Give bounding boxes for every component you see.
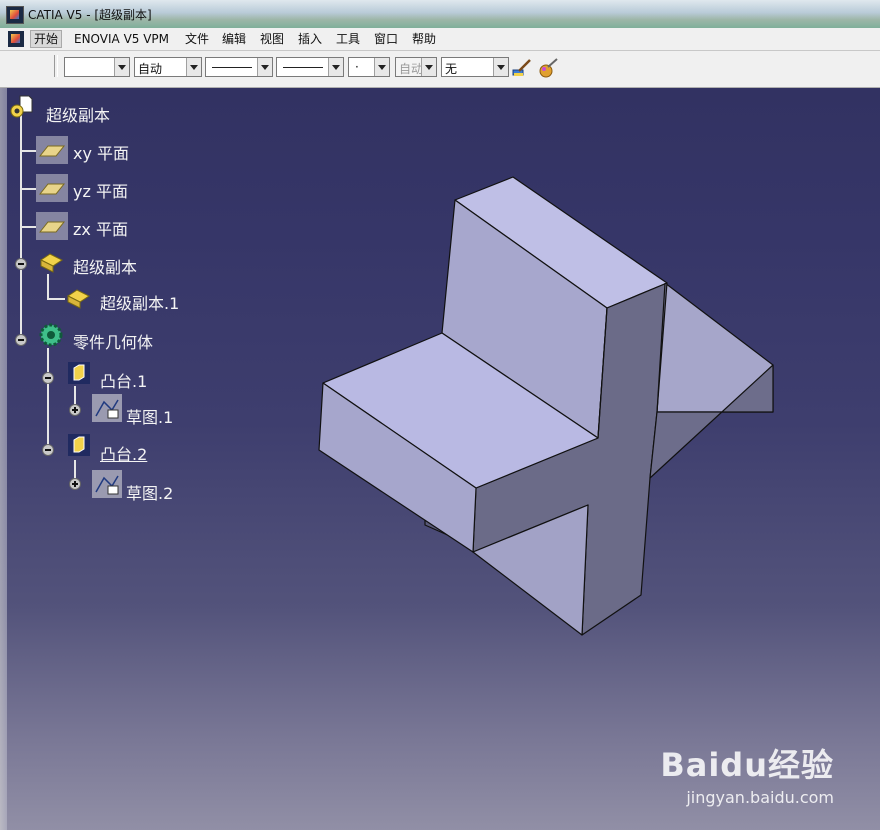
tree-root-label[interactable]: 超级副本 xyxy=(46,102,110,126)
menu-file[interactable]: 文件 xyxy=(182,31,212,47)
tree-part-body[interactable]: 零件几何体 xyxy=(73,329,153,353)
tree-zx-plane[interactable]: zx 平面 xyxy=(73,216,128,240)
menu-view[interactable]: 视图 xyxy=(257,31,287,47)
dropdown-arrow-icon[interactable] xyxy=(257,58,272,76)
watermark-url: jingyan.baidu.com xyxy=(686,788,834,807)
specification-tree[interactable]: 超级副本 xy 平面 yz 平面 zx 平面 超级副本 超级副本.1 零件几何体… xyxy=(0,88,260,508)
expand-toggle-icon[interactable] xyxy=(69,478,81,490)
menu-window[interactable]: 窗口 xyxy=(371,31,401,47)
xy-plane-icon[interactable] xyxy=(36,136,68,164)
rendering-style-combo[interactable]: 无 xyxy=(441,57,509,77)
dropdown-arrow-icon[interactable] xyxy=(374,58,389,76)
graphic-properties-toolbar: 自动 · 自动 无 xyxy=(0,51,880,88)
pad-icon[interactable] xyxy=(66,432,92,458)
window-title: CATIA V5 - [超级副本] xyxy=(28,8,152,22)
menu-tools[interactable]: 工具 xyxy=(333,31,363,47)
menu-bar: 开始 ENOVIA V5 VPM 文件 编辑 视图 插入 工具 窗口 帮助 xyxy=(0,28,880,51)
tree-pad-1[interactable]: 凸台.1 xyxy=(100,368,147,392)
tree-yz-plane[interactable]: yz 平面 xyxy=(73,178,128,202)
sketch-icon[interactable] xyxy=(92,394,122,422)
collapse-toggle-icon[interactable] xyxy=(42,444,54,456)
watermark-brand: Baidu经验 xyxy=(660,746,834,784)
tree-pad-2[interactable]: 凸台.2 xyxy=(100,441,147,465)
color-combo[interactable] xyxy=(64,57,130,77)
tree-connector xyxy=(20,226,36,228)
line-thickness-sample xyxy=(212,67,252,68)
tree-connector xyxy=(20,188,36,190)
baidu-watermark: Baidu经验 jingyan.baidu.com xyxy=(660,740,834,807)
tree-connector xyxy=(47,298,65,300)
tree-connector xyxy=(47,348,49,448)
part-body-gear-icon[interactable] xyxy=(38,322,64,348)
dropdown-arrow-icon[interactable] xyxy=(328,58,343,76)
dropdown-arrow-icon[interactable] xyxy=(493,58,508,76)
layer-combo[interactable]: 自动 xyxy=(395,57,437,77)
collapse-toggle-icon[interactable] xyxy=(15,334,27,346)
line-type-combo[interactable] xyxy=(276,57,344,77)
pad-icon[interactable] xyxy=(66,360,92,386)
part-document-icon[interactable] xyxy=(8,94,34,120)
powercopy-folder-icon[interactable] xyxy=(38,248,64,274)
transparency-combo[interactable]: 自动 xyxy=(134,57,202,77)
zx-plane-icon[interactable] xyxy=(36,212,68,240)
tree-connector xyxy=(20,150,36,152)
tree-powercopy-group[interactable]: 超级副本 xyxy=(73,254,137,278)
line-type-sample xyxy=(283,67,323,68)
menu-start[interactable]: 开始 xyxy=(30,30,63,48)
menu-help[interactable]: 帮助 xyxy=(409,31,439,47)
collapse-toggle-icon[interactable] xyxy=(42,372,54,384)
tree-xy-plane[interactable]: xy 平面 xyxy=(73,140,129,164)
tree-connector xyxy=(47,274,49,298)
sketch-icon[interactable] xyxy=(92,470,122,498)
menu-edit[interactable]: 编辑 xyxy=(219,31,249,47)
catia-app-icon xyxy=(6,6,24,24)
dropdown-arrow-icon[interactable] xyxy=(186,58,201,76)
expand-toggle-icon[interactable] xyxy=(69,404,81,416)
line-thickness-combo[interactable] xyxy=(205,57,273,77)
menu-enovia[interactable]: ENOVIA V5 VPM xyxy=(71,31,172,47)
painter-brush-icon[interactable] xyxy=(511,57,533,79)
tree-sketch-2[interactable]: 草图.2 xyxy=(126,480,173,504)
window-title-bar: CATIA V5 - [超级副本] xyxy=(0,0,880,28)
point-type-combo[interactable]: · xyxy=(348,57,390,77)
collapse-toggle-icon[interactable] xyxy=(15,258,27,270)
tree-powercopy-item[interactable]: 超级副本.1 xyxy=(100,290,179,314)
dropdown-arrow-icon[interactable] xyxy=(421,58,436,76)
yz-plane-icon[interactable] xyxy=(36,174,68,202)
powercopy-item-icon[interactable] xyxy=(65,284,91,310)
properties-painter-icon[interactable] xyxy=(538,57,560,79)
tree-sketch-1[interactable]: 草图.1 xyxy=(126,404,173,428)
dropdown-arrow-icon[interactable] xyxy=(114,58,129,76)
toolbar-grip[interactable] xyxy=(54,55,58,77)
menu-insert[interactable]: 插入 xyxy=(295,31,325,47)
document-menu-icon[interactable] xyxy=(8,31,24,47)
